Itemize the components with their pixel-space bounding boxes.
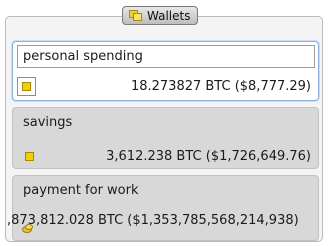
wallet-name: savings xyxy=(23,115,73,130)
wallet-item-savings[interactable]: savings 3,612.238 BTC ($1,726,649.76) xyxy=(12,107,319,169)
wallet-balance: 18.273827 BTC ($8,777.29) xyxy=(130,79,311,94)
wallet-name: payment for work xyxy=(23,183,139,198)
panel-title-text: Wallets xyxy=(147,8,191,23)
wallet-balance: 3,612.238 BTC ($1,726,649.76) xyxy=(106,149,311,164)
wallet-icon xyxy=(25,152,34,161)
wallets-panel-title: Wallets xyxy=(122,6,199,25)
wallet-item-personal-spending[interactable]: personal spending 18.273827 BTC ($8,777.… xyxy=(12,41,319,101)
wallets-icon xyxy=(129,9,143,22)
wallet-icon xyxy=(22,82,31,91)
wallet-balance: ,873,812.028 BTC ($1,353,785,568,214,938… xyxy=(7,213,299,228)
wallet-item-payment-for-work[interactable]: payment for work ,873,812.028 BTC ($1,35… xyxy=(7,175,319,241)
wallet-name-input[interactable]: personal spending xyxy=(17,45,315,68)
wallet-icon-button[interactable] xyxy=(17,77,36,96)
